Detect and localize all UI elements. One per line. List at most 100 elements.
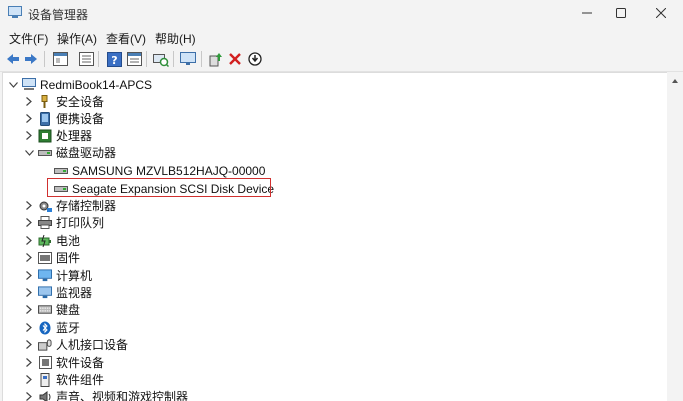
- close-button[interactable]: [638, 0, 683, 26]
- properties-icon: [53, 52, 68, 66]
- tree-item-label: 处理器: [56, 127, 92, 144]
- bluetooth-icon: [38, 321, 52, 335]
- tree-item-bluetooth[interactable]: 蓝牙: [23, 319, 80, 336]
- tree-item-label: 蓝牙: [56, 319, 80, 336]
- tree-item-label: SAMSUNG MZVLB512HAJQ-00000: [72, 164, 265, 178]
- tree-item-processors[interactable]: 处理器: [23, 127, 92, 144]
- disk-icon: [54, 164, 68, 178]
- chevron-right-icon[interactable]: [23, 252, 35, 264]
- download-button[interactable]: [246, 50, 264, 68]
- tree-item-software-components[interactable]: 软件组件: [23, 371, 104, 388]
- properties-button[interactable]: [51, 50, 69, 68]
- portable-device-icon: [38, 112, 52, 126]
- chevron-right-icon[interactable]: [23, 304, 35, 316]
- tree-item-label: 键盘: [56, 301, 80, 318]
- chevron-right-icon[interactable]: [23, 130, 35, 142]
- tree-item-print-queues[interactable]: 打印队列: [23, 214, 104, 231]
- tree-item-label: 声音、视频和游戏控制器: [56, 388, 188, 401]
- keyboard-icon: [38, 303, 52, 317]
- details-button[interactable]: [125, 50, 143, 68]
- scan-hardware-button[interactable]: [152, 50, 170, 68]
- hid-icon: [38, 338, 52, 352]
- chevron-right-icon[interactable]: [23, 217, 35, 229]
- scroll-up-icon[interactable]: [667, 74, 683, 88]
- device-tree[interactable]: RedmiBook14-APCS 安全设备 便携设备 处理器 磁盘驱动器 SAM…: [2, 72, 667, 401]
- minimize-icon: [582, 8, 592, 18]
- firmware-icon: [38, 251, 52, 265]
- tree-item-label: 安全设备: [56, 93, 104, 110]
- tree-item-sound-video-game[interactable]: 声音、视频和游戏控制器: [23, 388, 188, 401]
- tree-item-batteries[interactable]: 电池: [23, 232, 80, 249]
- chevron-right-icon[interactable]: [23, 96, 35, 108]
- security-device-icon: [38, 95, 52, 109]
- tree-item-portable-devices[interactable]: 便携设备: [23, 110, 104, 127]
- menu-help[interactable]: 帮助(H): [155, 30, 196, 47]
- toolbar-separator: [44, 51, 45, 67]
- battery-icon: [38, 234, 52, 248]
- chevron-right-icon[interactable]: [23, 322, 35, 334]
- download-icon: [248, 52, 262, 66]
- storage-controller-icon: [38, 199, 52, 213]
- tree-icon: [79, 52, 94, 66]
- selection-highlight-box: [47, 178, 271, 197]
- chevron-right-icon[interactable]: [23, 374, 35, 386]
- chevron-right-icon[interactable]: [23, 113, 35, 125]
- uninstall-icon: [229, 53, 241, 65]
- tree-item-label: 软件组件: [56, 371, 104, 388]
- chevron-right-icon[interactable]: [23, 339, 35, 351]
- tree-item-label: 人机接口设备: [56, 336, 128, 353]
- details-icon: [127, 52, 142, 66]
- svg-text:?: ?: [111, 54, 117, 67]
- sound-icon: [38, 390, 52, 401]
- tree-item-label: 软件设备: [56, 354, 104, 371]
- chevron-down-icon[interactable]: [7, 79, 19, 91]
- toolbar: ?: [0, 47, 683, 72]
- menu-file[interactable]: 文件(F): [9, 30, 48, 47]
- device-manager-app-icon: [8, 6, 22, 19]
- update-driver-icon: [209, 52, 223, 67]
- chevron-right-icon[interactable]: [23, 391, 35, 401]
- tree-item-label: 磁盘驱动器: [56, 144, 116, 161]
- tree-item-label: 固件: [56, 249, 80, 266]
- tree-item-label: 监视器: [56, 284, 92, 301]
- tree-item-computer[interactable]: 计算机: [23, 267, 92, 284]
- tree-item-disk-drives[interactable]: 磁盘驱动器: [23, 144, 116, 161]
- chevron-right-icon[interactable]: [23, 287, 35, 299]
- back-button[interactable]: [4, 50, 22, 68]
- tree-root[interactable]: RedmiBook14-APCS: [7, 76, 152, 93]
- tree-item-keyboards[interactable]: 键盘: [23, 301, 80, 318]
- window-title: 设备管理器: [28, 6, 88, 23]
- tree-item-hid[interactable]: 人机接口设备: [23, 336, 128, 353]
- tree-item-security-devices[interactable]: 安全设备: [23, 93, 104, 110]
- update-driver-button[interactable]: [207, 50, 225, 68]
- tree-item-label: 打印队列: [56, 214, 104, 231]
- monitor-button[interactable]: [179, 50, 197, 68]
- vertical-scrollbar[interactable]: [667, 72, 683, 400]
- tree-item-software-devices[interactable]: 软件设备: [23, 354, 104, 371]
- tree-view-button[interactable]: [77, 50, 95, 68]
- back-icon: [6, 53, 20, 65]
- title-bar: 设备管理器: [0, 0, 683, 26]
- printer-icon: [38, 216, 52, 230]
- tree-item-firmware[interactable]: 固件: [23, 249, 80, 266]
- processor-icon: [38, 129, 52, 143]
- help-button[interactable]: ?: [105, 50, 123, 68]
- chevron-right-icon[interactable]: [23, 235, 35, 247]
- chevron-right-icon[interactable]: [23, 200, 35, 212]
- tree-item-storage-controllers[interactable]: 存储控制器: [23, 197, 116, 214]
- tree-root-label: RedmiBook14-APCS: [40, 78, 152, 92]
- computer-icon: [22, 78, 36, 92]
- tree-item-monitors[interactable]: 监视器: [23, 284, 92, 301]
- chevron-right-icon[interactable]: [23, 270, 35, 282]
- menu-action[interactable]: 操作(A): [57, 30, 97, 47]
- forward-button[interactable]: [22, 50, 40, 68]
- menu-view[interactable]: 查看(V): [106, 30, 146, 47]
- toolbar-separator: [146, 51, 147, 67]
- maximize-icon: [616, 8, 626, 18]
- uninstall-button[interactable]: [226, 50, 244, 68]
- chevron-right-icon[interactable]: [23, 357, 35, 369]
- tree-item-label: 计算机: [56, 267, 92, 284]
- tree-item-samsung-disk[interactable]: SAMSUNG MZVLB512HAJQ-00000: [54, 162, 265, 179]
- chevron-down-icon[interactable]: [23, 147, 35, 159]
- tree-item-label: 存储控制器: [56, 197, 116, 214]
